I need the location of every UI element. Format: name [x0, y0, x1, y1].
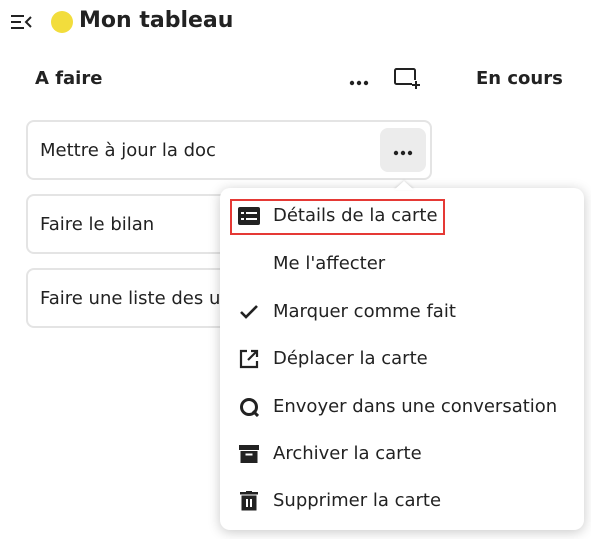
- open-in-new-icon: [238, 348, 260, 370]
- page-title: Mon tableau: [79, 8, 234, 33]
- menu-item-archive-card[interactable]: Archiver la carte: [220, 432, 584, 476]
- menu-item-move-card[interactable]: Déplacer la carte: [220, 337, 584, 381]
- card-item[interactable]: Mettre à jour la doc: [26, 120, 432, 180]
- add-card-button[interactable]: [392, 66, 422, 94]
- card-more-button[interactable]: [380, 128, 426, 172]
- trash-icon: [238, 490, 260, 512]
- add-card-icon: [393, 66, 421, 94]
- card-actions-menu: Détails de la carte Me l'affecter Marque…: [220, 188, 584, 530]
- column-title-todo: A faire: [35, 68, 103, 89]
- card-details-icon: [238, 205, 260, 227]
- chat-icon: [238, 396, 260, 418]
- menu-item-label: Déplacer la carte: [273, 348, 428, 369]
- menu-item-label: Me l'affecter: [273, 253, 386, 274]
- board-color-dot: [51, 11, 73, 33]
- card-title: Mettre à jour la doc: [40, 140, 216, 161]
- more-horizontal-icon: [349, 71, 369, 90]
- menu-collapse-icon[interactable]: [10, 11, 32, 33]
- menu-item-label: Supprimer la carte: [273, 490, 442, 511]
- menu-item-send-to-chat[interactable]: Envoyer dans une conversation: [220, 385, 584, 429]
- more-horizontal-icon: [393, 141, 413, 160]
- archive-icon: [238, 443, 260, 465]
- column-title-in-progress[interactable]: En cours: [476, 67, 563, 91]
- menu-item-card-details[interactable]: Détails de la carte: [220, 194, 584, 238]
- menu-item-label: Archiver la carte: [273, 443, 422, 464]
- menu-item-label: Détails de la carte: [273, 205, 438, 226]
- board-header: Mon tableau: [0, 0, 591, 44]
- column-more-button[interactable]: [344, 66, 374, 94]
- menu-item-assign-to-me[interactable]: Me l'affecter: [220, 242, 584, 286]
- menu-item-label: Marquer comme fait: [273, 301, 456, 322]
- menu-item-mark-done[interactable]: Marquer comme fait: [220, 290, 584, 334]
- popover-arrow: [394, 181, 414, 190]
- deck-board-page: Mon tableau A faire En cours Mettre à jo…: [0, 0, 591, 539]
- card-title: Faire une liste des u: [40, 288, 221, 309]
- menu-item-label: Envoyer dans une conversation: [273, 396, 558, 417]
- card-title: Faire le bilan: [40, 214, 155, 235]
- menu-item-delete-card[interactable]: Supprimer la carte: [220, 479, 584, 523]
- check-icon: [238, 301, 260, 323]
